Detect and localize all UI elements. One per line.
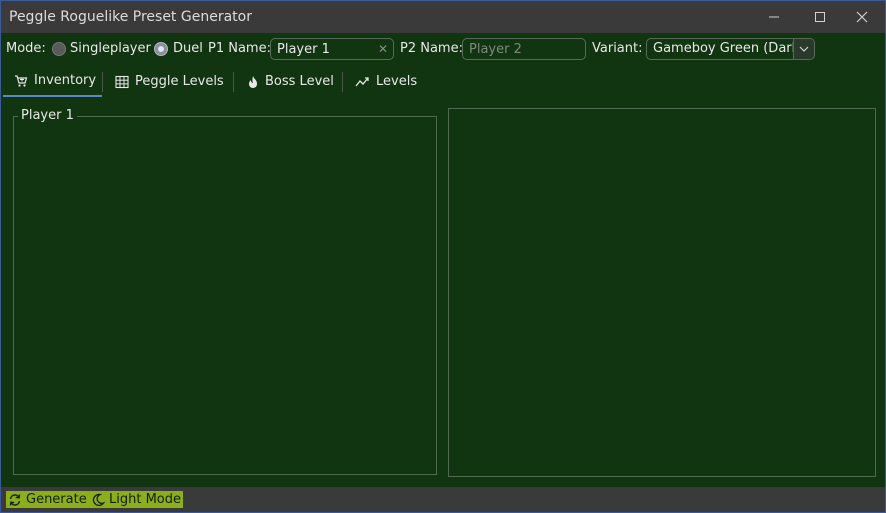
player1-panel: Player 1 [13,108,437,475]
flame-icon [247,75,259,89]
variant-label: Variant: [592,41,643,56]
app-window: Peggle Roguelike Preset Generator Mode: … [0,0,886,513]
main-tabs: Inventory Peggle Levels Boss Level Level… [1,67,885,99]
tab-boss-level[interactable]: Boss Level [247,67,334,97]
window-title: Peggle Roguelike Preset Generator [9,9,252,25]
minimize-button[interactable] [751,1,797,33]
variant-select[interactable]: Gameboy Green (Dark) [646,38,815,60]
tab-levels-label: Levels [376,74,418,89]
variant-value: Gameboy Green (Dark) [653,41,805,56]
tab-boss-level-label: Boss Level [265,74,334,89]
tab-inventory-label: Inventory [34,73,97,88]
tab-levels[interactable]: Levels [355,67,417,97]
moon-icon [91,493,105,507]
mode-label: Mode: [6,41,46,56]
light-mode-button[interactable]: Light Mode [89,491,183,508]
refresh-icon [8,493,22,507]
generate-label: Generate [26,492,87,507]
clear-icon[interactable]: ✕ [376,40,390,58]
p2-name-input[interactable] [462,38,586,60]
mode-duel-label[interactable]: Duel [173,37,203,63]
light-mode-label: Light Mode [109,492,181,507]
p1-name-label: P1 Name: [208,41,271,56]
grid-icon [115,75,129,89]
player2-panel [448,108,876,477]
player1-panel-title: Player 1 [18,108,77,124]
maximize-icon [814,11,826,23]
tab-divider [233,72,234,92]
cart-icon [14,74,28,88]
tab-peggle-levels[interactable]: Peggle Levels [115,67,224,97]
title-bar: Peggle Roguelike Preset Generator [1,1,885,33]
mode-singleplayer-radio[interactable] [52,42,66,56]
p2-name-label: P2 Name: [400,41,463,56]
tab-divider [342,72,343,92]
mode-singleplayer-label[interactable]: Singleplayer [70,37,151,63]
status-bar: Generate Light Mode [1,487,885,512]
settings-toolbar: Mode: Singleplayer Duel P1 Name: ✕ P2 Na… [1,37,885,63]
close-button[interactable] [839,1,885,33]
tab-inventory[interactable]: Inventory [3,67,102,97]
minimize-icon [768,11,780,23]
tab-peggle-levels-label: Peggle Levels [135,74,224,89]
trend-icon [355,76,370,88]
generate-button[interactable]: Generate [6,491,89,508]
mode-duel-radio[interactable] [154,42,168,56]
chevron-down-icon[interactable] [793,39,814,59]
tab-divider [102,72,103,92]
maximize-button[interactable] [797,1,843,33]
close-icon [856,11,868,23]
